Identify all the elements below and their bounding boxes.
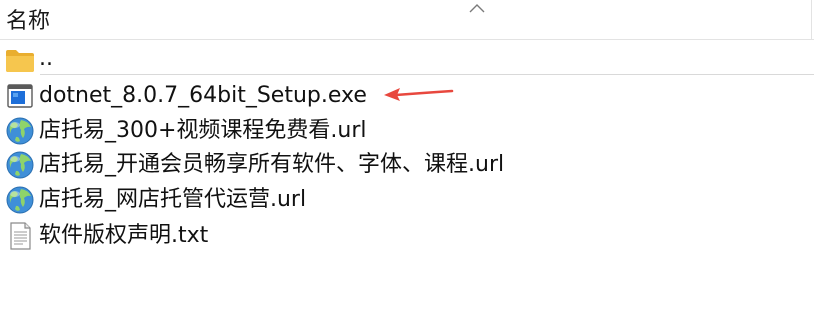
exe-icon bbox=[7, 84, 33, 108]
file-name: 软件版权声明.txt bbox=[39, 223, 209, 248]
globe-icon bbox=[6, 186, 34, 214]
globe-icon bbox=[6, 151, 34, 179]
file-explorer: 名称 .. dotnet_8.0.7_64bit_Setup.exe 店托易_3… bbox=[0, 0, 814, 324]
column-divider[interactable] bbox=[811, 0, 812, 40]
red-pointer-arrow-icon bbox=[384, 88, 454, 101]
folder-icon bbox=[6, 50, 34, 72]
file-name: dotnet_8.0.7_64bit_Setup.exe bbox=[39, 83, 367, 108]
sort-ascending-icon[interactable] bbox=[468, 2, 486, 14]
file-name: .. bbox=[39, 46, 53, 71]
file-name: 店托易_网店托管代运营.url bbox=[39, 187, 307, 212]
divider bbox=[40, 74, 814, 75]
text-file-icon bbox=[10, 222, 31, 250]
column-header-bar: 名称 bbox=[0, 0, 814, 40]
file-row-parent-folder[interactable]: .. bbox=[0, 42, 814, 78]
name-column-header[interactable]: 名称 bbox=[6, 9, 50, 35]
file-row-url-courses[interactable]: 店托易_300+视频课程免费看.url bbox=[0, 113, 814, 149]
file-row-url-hosting[interactable]: 店托易_网店托管代运营.url bbox=[0, 182, 814, 218]
file-name: 店托易_300+视频课程免费看.url bbox=[39, 118, 367, 143]
globe-icon bbox=[6, 117, 34, 145]
file-row-url-membership[interactable]: 店托易_开通会员畅享所有软件、字体、课程.url bbox=[0, 147, 814, 183]
file-row-license-txt[interactable]: 软件版权声明.txt bbox=[0, 218, 814, 254]
file-name: 店托易_开通会员畅享所有软件、字体、课程.url bbox=[39, 152, 505, 177]
